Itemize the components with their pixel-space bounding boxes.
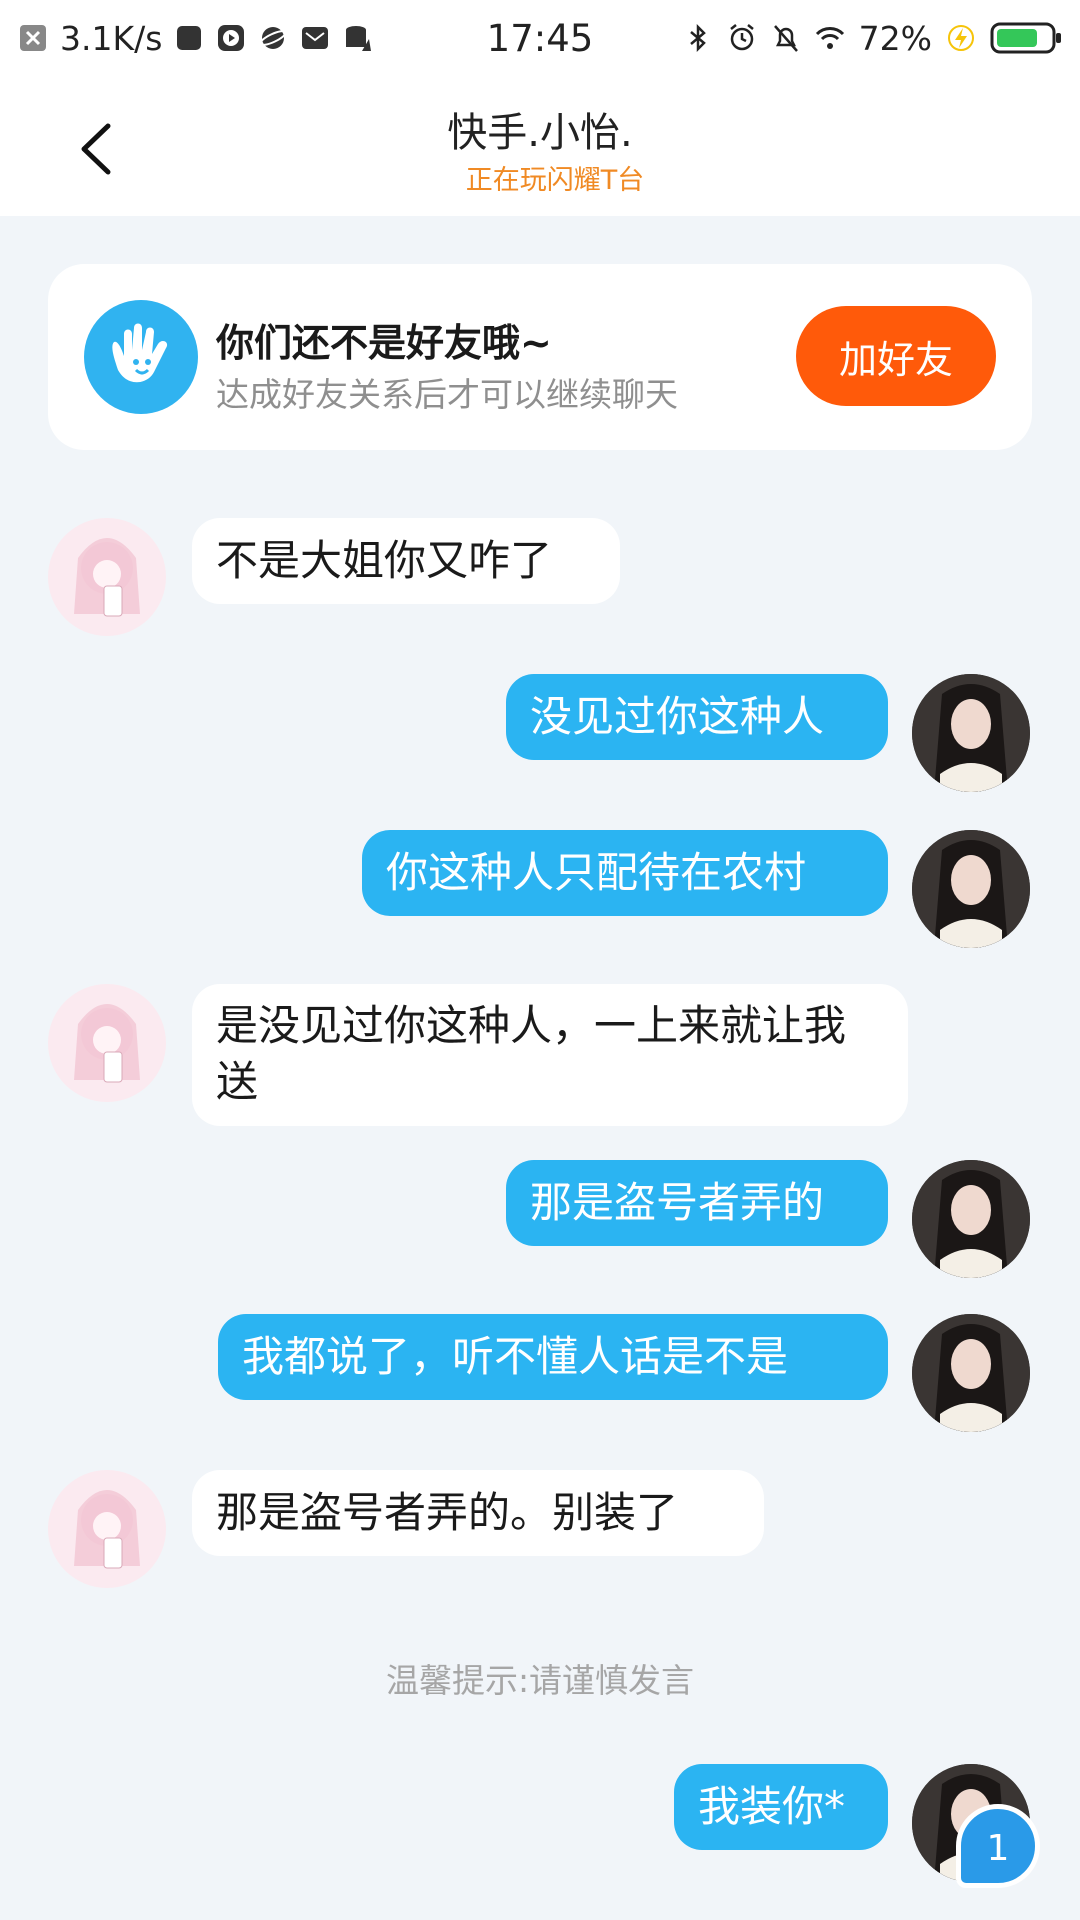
chat-header: 快手.小怡. 正在玩闪耀T台: [0, 76, 1080, 216]
battery-percent: 72%: [858, 18, 932, 58]
my-avatar[interactable]: [912, 1314, 1030, 1432]
message-bubble[interactable]: 我装你*: [674, 1764, 888, 1850]
app-square-icon: [177, 26, 202, 50]
system-notice: 温馨提示:请谨慎发言: [385, 1661, 695, 1700]
contact-avatar[interactable]: [48, 984, 166, 1102]
message-bubble[interactable]: 我都说了，听不懂人话是不是: [218, 1314, 888, 1400]
status-right: 72%: [683, 19, 1062, 58]
message-bubble[interactable]: 那是盗号者弄的: [506, 1160, 888, 1246]
message-bubble[interactable]: 那是盗号者弄的。别装了: [192, 1470, 764, 1556]
my-avatar[interactable]: [912, 674, 1030, 792]
mail-icon: [302, 27, 329, 49]
contact-avatar[interactable]: [48, 518, 166, 636]
message-bubble[interactable]: 没见过你这种人: [506, 674, 888, 760]
wifi-icon: [815, 27, 844, 49]
hand-wave-icon: [84, 300, 198, 414]
friend-card-title: 你们还不是好友哦~: [216, 321, 552, 365]
message-bubble[interactable]: 你这种人只配待在农村: [362, 830, 888, 916]
mute-bell-icon: [773, 25, 798, 52]
charging-icon: [948, 25, 974, 51]
play-icon: [218, 25, 245, 51]
contact-status: 正在玩闪耀T台: [465, 165, 645, 196]
message-bubble[interactable]: 不是大姐你又咋了: [192, 518, 620, 604]
message-bubble[interactable]: 是没见过你这种人，一上来就让我送: [192, 984, 908, 1126]
storage-icon: [346, 26, 372, 51]
battery-icon: [990, 22, 1061, 54]
add-friend-button[interactable]: 加好友: [796, 306, 996, 406]
my-avatar[interactable]: [912, 1160, 1030, 1278]
unread-count-badge[interactable]: 1: [956, 1804, 1040, 1888]
friend-card-subtitle: 达成好友关系后才可以继续聊天: [216, 375, 678, 414]
friend-request-card: 你们还不是好友哦~ 达成好友关系后才可以继续聊天 加好友: [48, 264, 1032, 450]
contact-avatar[interactable]: [48, 1470, 166, 1588]
net-speed: 3.1K/s: [60, 18, 163, 58]
status-left: 3.1K/s: [18, 19, 372, 58]
bluetooth-icon: [689, 23, 706, 53]
my-avatar[interactable]: [912, 830, 1030, 948]
contact-name: 快手.小怡.: [447, 110, 633, 156]
alarm-icon: [729, 24, 754, 51]
status-bar: 3.1K/s 17:45 72%: [0, 0, 1080, 76]
app-closed-icon: [20, 25, 46, 51]
planet-icon: [259, 27, 288, 49]
